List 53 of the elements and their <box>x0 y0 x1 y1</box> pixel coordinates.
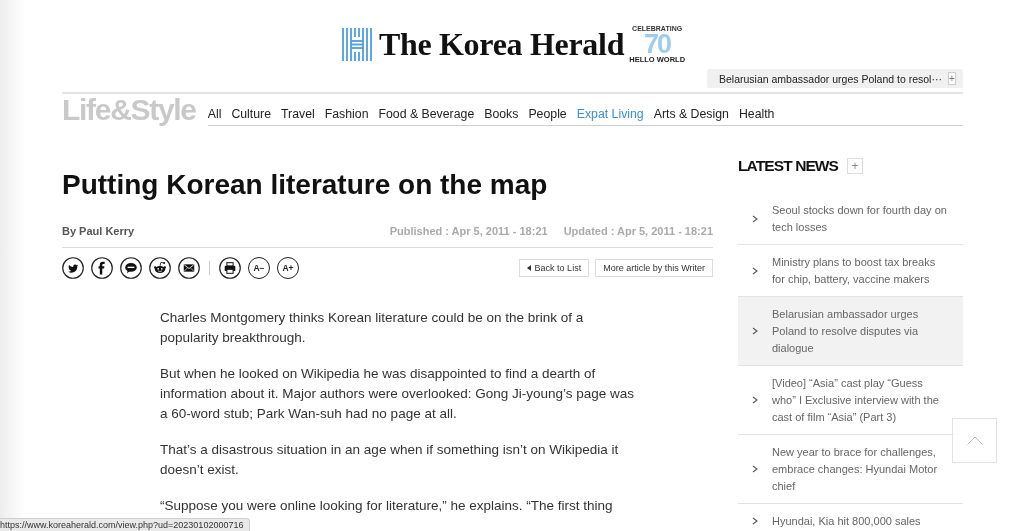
news-headline: Seoul stocks down for fourth day on tech losses <box>772 202 948 235</box>
back-to-list-button[interactable]: Back to List <box>518 259 590 277</box>
article-paragraph: “Suppose you were online looking for literature,” he explains. “The first thing <box>160 497 614 515</box>
nav-link[interactable]: All <box>207 106 222 122</box>
updated-date: Updated : Apr 5, 2011 - 18:21 <box>563 224 713 239</box>
more-news-button[interactable]: + <box>847 158 864 174</box>
article-headline: Putting Korean literature on the map <box>62 168 549 202</box>
font-size-button[interactable]: A+ <box>277 257 299 279</box>
article-paragraph: That’s a disastrous situation in an age when if something isn’t on Wikipedia it doesn’t exist. <box>160 441 620 479</box>
bird-icon[interactable] <box>62 257 84 279</box>
newspaper-title[interactable]: The Korea Herald <box>378 25 625 63</box>
chevron-right-icon <box>752 396 758 404</box>
news-headline: Belarusian ambassador urges Poland to resolve disputes via dialogue <box>772 306 920 356</box>
news-list-item[interactable]: Belarusian ambassador urges Poland to resolve disputes via dialogue <box>738 297 963 366</box>
striped-h-logo-icon[interactable] <box>340 27 373 61</box>
news-list-item[interactable]: Hyundai, Kia hit 800,000 sales <box>738 504 963 531</box>
article-paragraph: But when he looked on Wikipedia he was disappointed to find a dearth of information about it. Major authors were overlooked: Gong Ji-young’s page was a 60-word stub; Park Wan-suh had no page at all. <box>160 365 635 423</box>
nav-link[interactable]: Food & Beverage <box>378 106 475 122</box>
news-headline: Ministry plans to boost tax breaks for chip, battery, vaccine makers <box>772 254 937 287</box>
nav-link[interactable]: Travel <box>281 106 315 122</box>
article-paragraph: Charles Montgomery thinks Korean literature could be on the brink of a popularity breakthrough. <box>160 309 585 347</box>
nav-link[interactable]: Books <box>484 106 519 122</box>
left-triangle-icon <box>526 265 531 271</box>
latest-news-heading: LATEST NEWS <box>738 156 839 176</box>
envelope-icon[interactable] <box>178 257 200 279</box>
link-url-status: https://www.koreaherald.com/view.php?ud=20230102000716 <box>0 518 251 531</box>
news-list-item[interactable]: Seoul stocks down for fourth day on tech losses <box>738 193 963 245</box>
chevron-right-icon <box>752 327 758 335</box>
ticker-more-button[interactable]: + <box>947 72 956 85</box>
speech-bubble-icon[interactable] <box>120 257 142 279</box>
alien-head-icon[interactable] <box>149 257 171 279</box>
author-byline: By Paul Kerry <box>62 224 135 239</box>
nav-link[interactable]: Arts & Design <box>653 106 729 122</box>
nav-link[interactable]: Health <box>738 106 775 122</box>
chevron-up-icon <box>966 436 983 445</box>
news-headline: [Video] “Asia” cast play “Guess who” I Exclusive interview with the cast of film “Asia” (Part 3) <box>772 375 940 425</box>
chevron-right-icon <box>752 517 758 525</box>
anniversary-number: 70 <box>644 32 671 56</box>
news-headline: Hyundai, Kia hit 800,000 sales <box>772 513 921 529</box>
nav-link[interactable]: People <box>528 106 567 122</box>
chevron-right-icon <box>752 214 758 223</box>
nav-link[interactable]: Fashion <box>324 106 369 122</box>
nav-link[interactable]: Expat Living <box>576 106 644 122</box>
more-articles-button[interactable]: More article by this Writer <box>595 259 713 277</box>
chevron-right-icon <box>752 266 758 275</box>
ticker-headline[interactable]: Belarusian ambassador urges Poland to resol··· <box>719 72 942 85</box>
font-size-button[interactable]: A− <box>248 257 270 279</box>
nav-link[interactable]: Culture <box>231 106 272 122</box>
chevron-right-icon <box>752 465 758 473</box>
f-logo-icon[interactable] <box>91 257 113 279</box>
news-headline: New year to brace for challenges, embrace changes: Hyundai Motor chief <box>772 444 939 494</box>
published-date: Published : Apr 5, 2011 - 18:21 <box>389 224 548 239</box>
printer-icon[interactable] <box>219 257 241 279</box>
